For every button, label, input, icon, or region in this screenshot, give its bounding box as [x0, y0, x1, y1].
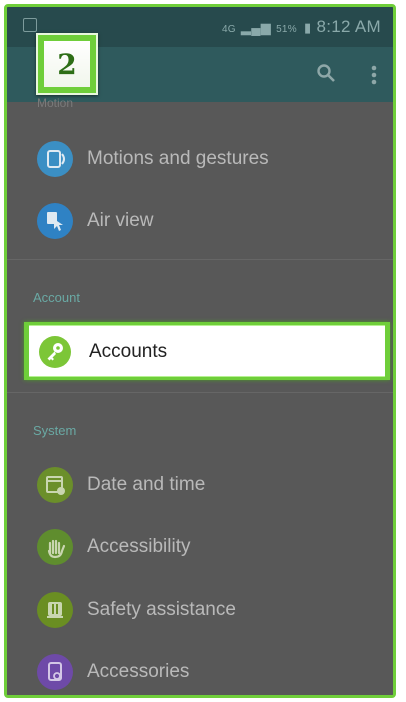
battery-percent: 51%: [276, 24, 297, 35]
divider: [7, 392, 393, 393]
list-item-label: Date and time: [87, 474, 206, 495]
step-number: 2: [44, 41, 90, 87]
list-item-air-view[interactable]: Air view: [7, 191, 393, 253]
list-item-date-and-time[interactable]: Date and time: [7, 455, 393, 517]
list-item-label: Accounts: [89, 341, 168, 362]
list-item-label: Accessories: [87, 661, 190, 682]
status-right: 4G ▂▄▆ 51% ▮ 8:12 AM: [222, 17, 381, 37]
list-item-safety-assistance[interactable]: Safety assistance: [7, 580, 393, 642]
list-item-label: Air view: [87, 210, 154, 231]
search-icon[interactable]: [317, 64, 335, 82]
motion-icon: [37, 141, 73, 177]
network-indicator: 4G: [221, 24, 236, 35]
notification-icon: [23, 18, 37, 32]
calendar-icon: [37, 467, 73, 503]
section-header-account: Account: [33, 290, 80, 305]
tutorial-frame: 4G ▂▄▆ 51% ▮ 8:12 AM s Motion Motions an…: [4, 4, 396, 698]
list-item-accessibility[interactable]: Accessibility: [7, 517, 393, 579]
step-badge: 2: [36, 33, 98, 95]
list-item-label: Safety assistance: [87, 599, 236, 620]
list-item-label: Motions and gestures: [87, 148, 269, 169]
divider: [7, 259, 393, 260]
signal-icon: ▂▄▆: [240, 20, 272, 35]
air-view-icon: [37, 203, 73, 239]
highlight-edge: [24, 322, 29, 380]
section-header-motion: Motion: [37, 96, 74, 110]
list-item-accounts[interactable]: Accounts: [24, 322, 390, 380]
battery-icon: ▮: [304, 20, 312, 35]
highlight-edge: [385, 322, 390, 380]
settings-list: Motion Motions and gestures Air view Acc…: [7, 96, 393, 695]
safety-icon: [37, 592, 73, 628]
accessories-icon: [37, 654, 73, 690]
section-header-system: System: [33, 423, 77, 438]
list-item-label: Accessibility: [87, 536, 191, 557]
key-icon: [39, 336, 71, 368]
clock: 8:12 AM: [316, 17, 381, 36]
list-item-accessories[interactable]: Accessories: [7, 642, 393, 695]
list-item-motions-and-gestures[interactable]: Motions and gestures: [7, 129, 393, 191]
more-options-icon[interactable]: [371, 65, 377, 85]
hand-icon: [37, 529, 73, 565]
